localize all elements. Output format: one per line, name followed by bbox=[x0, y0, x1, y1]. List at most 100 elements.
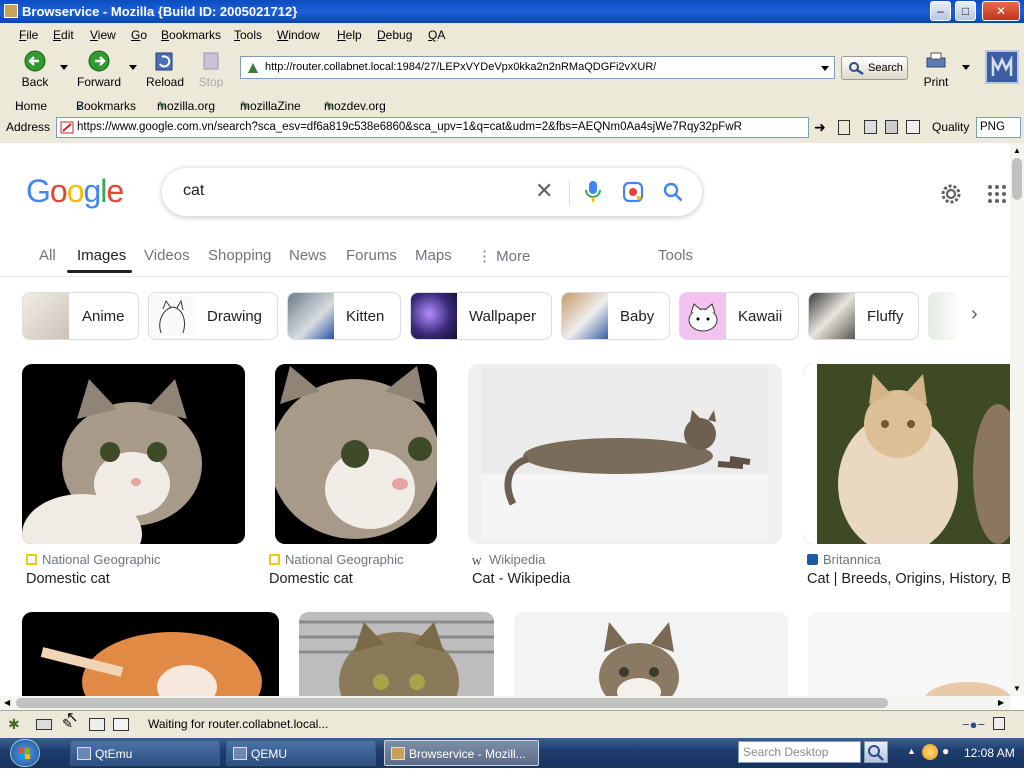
result-image-2[interactable] bbox=[275, 364, 437, 544]
chip-fluffy[interactable]: Fluffy bbox=[808, 292, 919, 340]
result-1-title[interactable]: Domestic cat bbox=[26, 571, 110, 587]
chat-icon[interactable] bbox=[113, 718, 129, 731]
result-3-source[interactable]: W Wikipedia bbox=[472, 552, 545, 568]
settings-gear-icon[interactable] bbox=[939, 182, 963, 206]
result-image-6[interactable] bbox=[299, 612, 494, 696]
taskbar-item-browservice[interactable]: Browservice - Mozill... bbox=[384, 740, 539, 766]
quality-select[interactable]: PNG bbox=[976, 117, 1021, 138]
result-2-source[interactable]: National Geographic bbox=[269, 552, 404, 567]
chip-kitten[interactable]: Kitten bbox=[287, 292, 401, 340]
horizontal-scroll-thumb[interactable] bbox=[16, 698, 888, 708]
lens-camera-icon[interactable] bbox=[622, 181, 644, 203]
url-bar[interactable]: http://router.collabnet.local:1984/27/LE… bbox=[240, 56, 835, 79]
horizontal-scrollbar[interactable]: ◀ ▶ bbox=[0, 696, 1010, 710]
minimize-button[interactable]: – bbox=[930, 1, 951, 21]
menu-go[interactable]: Go bbox=[131, 28, 147, 42]
desktop-search-input[interactable]: Search Desktop bbox=[738, 741, 861, 763]
vertical-scrollbar[interactable]: ▲ ▼ bbox=[1010, 143, 1024, 696]
scroll-right-arrow-icon[interactable]: ▶ bbox=[998, 698, 1004, 707]
tab-all[interactable]: All bbox=[39, 247, 56, 264]
google-logo[interactable]: Google bbox=[26, 173, 124, 210]
component-navigator-icon[interactable]: ✱ bbox=[8, 716, 20, 733]
maximize-button[interactable]: □ bbox=[955, 1, 976, 21]
chip-anime[interactable]: Anime bbox=[22, 292, 139, 340]
back-history-dropdown[interactable] bbox=[60, 65, 68, 70]
menu-window[interactable]: Window bbox=[277, 28, 320, 42]
menu-tools[interactable]: Tools bbox=[234, 28, 262, 42]
page-tool-icon[interactable] bbox=[864, 120, 877, 134]
scroll-down-arrow-icon[interactable]: ▼ bbox=[1013, 684, 1021, 693]
forward-history-dropdown[interactable] bbox=[129, 65, 137, 70]
result-4-title[interactable]: Cat | Breeds, Origins, History, B bbox=[807, 571, 1010, 587]
clear-search-icon[interactable]: ✕ bbox=[535, 178, 553, 204]
tray-expand-arrow-icon[interactable]: ▲ bbox=[907, 746, 916, 756]
result-3-title[interactable]: Cat - Wikipedia bbox=[472, 571, 570, 587]
tab-videos[interactable]: Videos bbox=[144, 247, 190, 264]
menu-file[interactable]: File bbox=[19, 28, 38, 42]
tab-news[interactable]: News bbox=[289, 247, 327, 264]
print-button[interactable]: Print bbox=[918, 49, 954, 89]
stop-button[interactable]: Stop bbox=[194, 49, 228, 89]
menu-bookmarks[interactable]: Bookmarks bbox=[161, 28, 221, 42]
tray-app-icon[interactable] bbox=[922, 744, 938, 760]
menu-edit[interactable]: Edit bbox=[53, 28, 74, 42]
tools-button[interactable]: Tools bbox=[658, 247, 693, 264]
tab-shopping[interactable]: Shopping bbox=[208, 247, 271, 264]
chip-kawaii[interactable]: Kawaii bbox=[679, 292, 799, 340]
forward-button[interactable]: Forward bbox=[74, 49, 124, 89]
bookmark-home-label: Home bbox=[15, 99, 48, 113]
go-arrow-icon[interactable]: ➜ bbox=[814, 119, 826, 136]
result-2-title[interactable]: Domestic cat bbox=[269, 571, 353, 587]
result-4-source[interactable]: Britannica bbox=[807, 552, 881, 567]
menu-debug[interactable]: Debug bbox=[377, 28, 412, 42]
result-image-8[interactable] bbox=[808, 612, 1010, 696]
result-image-3[interactable] bbox=[468, 364, 782, 544]
address-book-icon[interactable] bbox=[89, 718, 105, 731]
tab-maps[interactable]: Maps bbox=[415, 247, 452, 264]
start-button[interactable] bbox=[10, 739, 40, 767]
menu-view[interactable]: View bbox=[90, 28, 116, 42]
menu-help[interactable]: Help bbox=[337, 28, 362, 42]
clipboard-icon[interactable] bbox=[906, 120, 920, 134]
chip-drawing[interactable]: Drawing bbox=[148, 292, 278, 340]
result-image-1[interactable] bbox=[22, 364, 245, 544]
taskbar-item-qemu[interactable]: QEMU bbox=[226, 740, 376, 766]
chip-wallpaper[interactable]: Wallpaper bbox=[410, 292, 552, 340]
reload-button[interactable]: Reload bbox=[143, 49, 187, 89]
quality-label: Quality bbox=[932, 120, 970, 134]
print-dropdown[interactable] bbox=[962, 65, 970, 70]
mouse-cursor-icon: ↖ bbox=[66, 709, 79, 726]
reload-icon bbox=[155, 52, 173, 71]
tab-images[interactable]: Images bbox=[77, 247, 126, 264]
result-1-source[interactable]: National Geographic bbox=[26, 552, 161, 567]
url-dropdown-arrow[interactable] bbox=[821, 66, 829, 71]
result-image-7[interactable] bbox=[514, 612, 788, 696]
vertical-scroll-thumb[interactable] bbox=[1012, 158, 1022, 200]
search-box[interactable]: cat ✕ bbox=[162, 168, 702, 216]
result-image-5[interactable] bbox=[22, 612, 279, 696]
chip-baby[interactable]: Baby bbox=[561, 292, 670, 340]
scroll-up-arrow-icon[interactable]: ▲ bbox=[1013, 146, 1021, 155]
apps-grid-icon[interactable] bbox=[987, 184, 1007, 204]
bookmark-page-icon[interactable] bbox=[838, 120, 850, 135]
tab-more[interactable]: ⋮ More bbox=[477, 247, 530, 265]
chips-next-chevron-icon[interactable]: › bbox=[971, 303, 978, 326]
search-icon[interactable] bbox=[662, 181, 684, 203]
back-button[interactable]: Back bbox=[12, 49, 58, 89]
find-icon[interactable] bbox=[885, 120, 898, 134]
search-input[interactable]: cat bbox=[183, 182, 204, 200]
search-button[interactable]: Search bbox=[841, 56, 908, 80]
mail-icon[interactable] bbox=[36, 719, 52, 730]
taskbar-item-qtemu[interactable]: QtEmu bbox=[70, 740, 220, 766]
result-image-4[interactable] bbox=[803, 364, 1010, 544]
tray-network-icon[interactable]: ● bbox=[942, 744, 949, 758]
address-input[interactable]: https://www.google.com.vn/search?sca_esv… bbox=[56, 117, 809, 138]
clock-text[interactable]: 12:08 AM bbox=[964, 746, 1015, 760]
desktop-search-button[interactable] bbox=[864, 741, 888, 763]
menu-qa[interactable]: QA bbox=[428, 28, 445, 42]
close-button[interactable]: ✕ bbox=[982, 1, 1020, 21]
microphone-icon[interactable] bbox=[583, 180, 603, 204]
scroll-left-arrow-icon[interactable]: ◀ bbox=[4, 698, 10, 707]
chip-partial-next[interactable] bbox=[928, 292, 962, 340]
tab-forums[interactable]: Forums bbox=[346, 247, 397, 264]
